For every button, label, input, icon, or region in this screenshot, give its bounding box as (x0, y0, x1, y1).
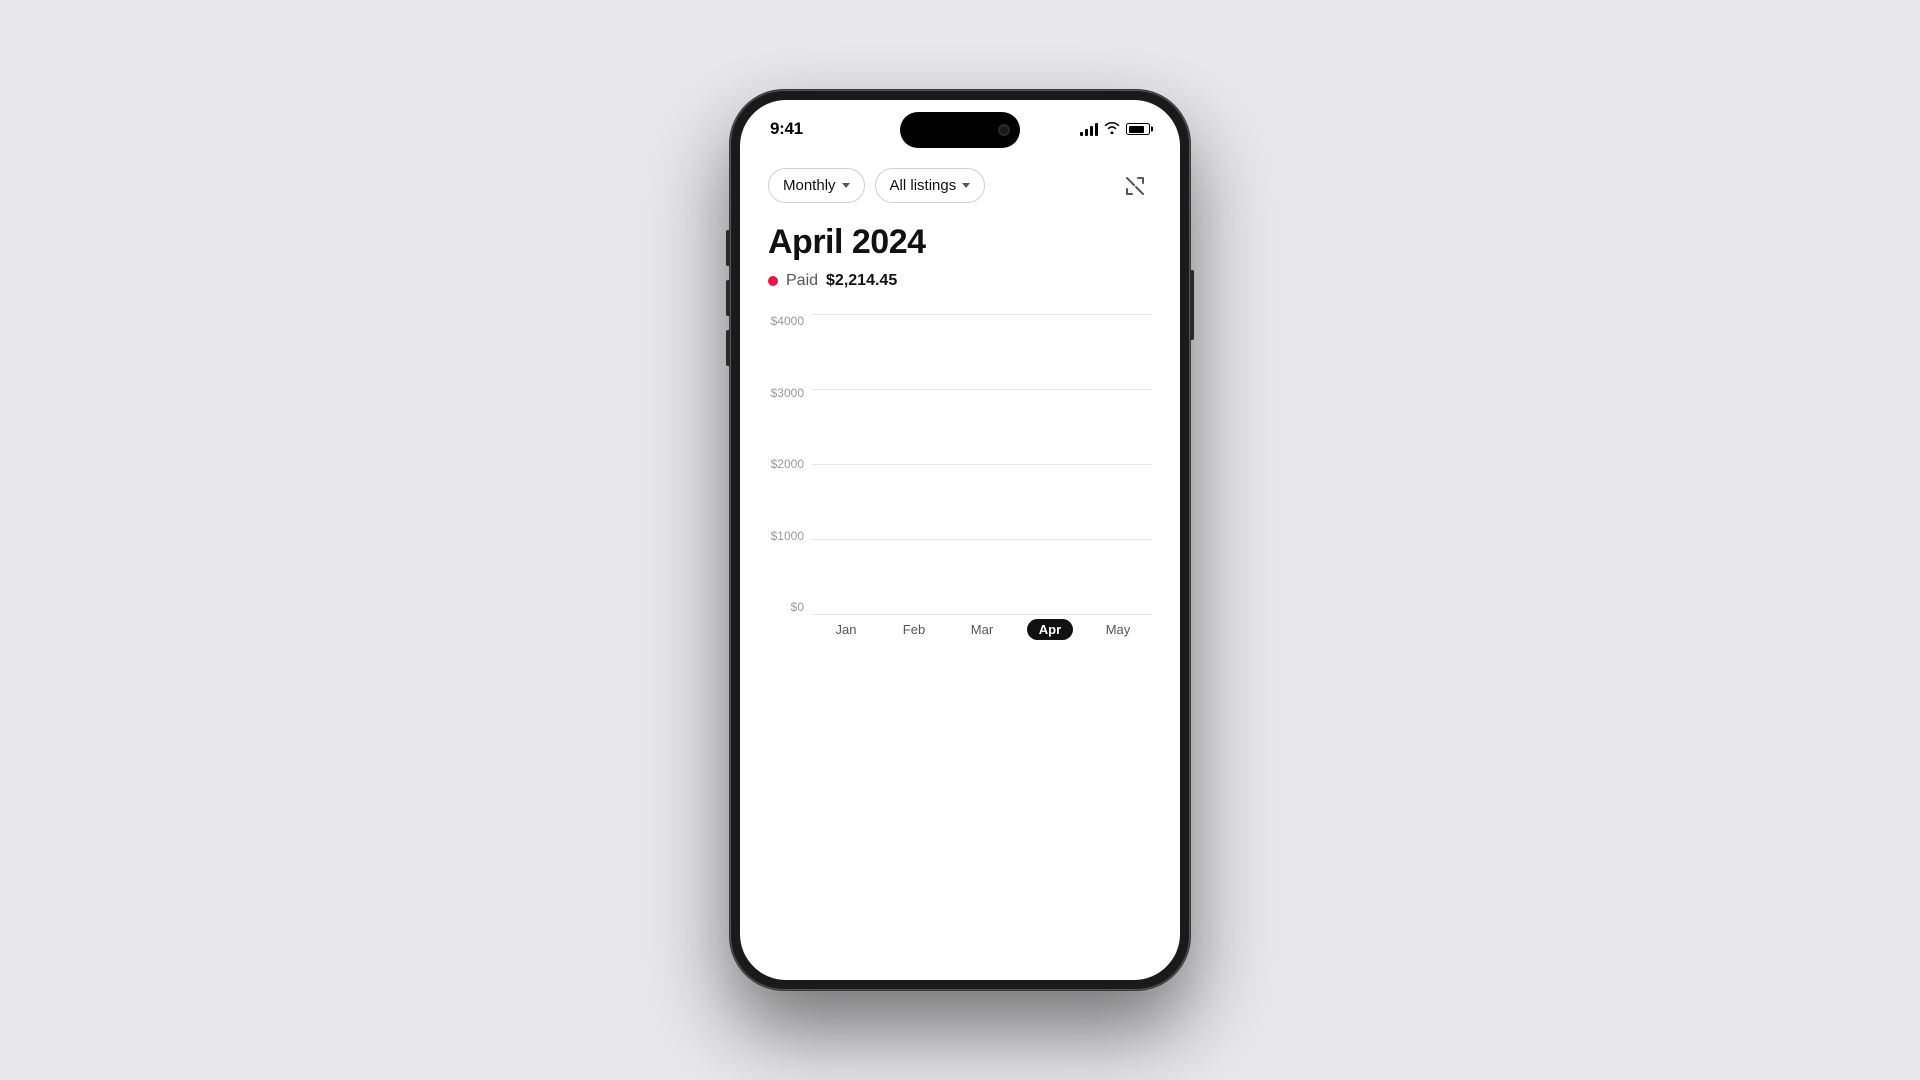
phone-frame: 9:41 (730, 90, 1190, 990)
x-label-mar-wrapper: Mar (948, 622, 1016, 637)
period-chevron-icon (842, 183, 850, 188)
battery-icon (1126, 123, 1150, 135)
x-label-may-wrapper: May (1084, 622, 1152, 637)
dynamic-island (900, 112, 1020, 148)
y-label-4000: $4000 (768, 314, 812, 328)
status-time: 9:41 (770, 119, 803, 139)
paid-amount: $2,214.45 (826, 272, 897, 290)
listing-filter[interactable]: All listings (875, 168, 986, 203)
period-filter[interactable]: Monthly (768, 168, 865, 203)
filter-row: Monthly All listings (768, 152, 1152, 223)
collapse-button[interactable] (1118, 169, 1152, 203)
x-label-feb: Feb (903, 622, 925, 637)
signal-icon (1080, 123, 1098, 136)
phone-screen: 9:41 (740, 100, 1180, 980)
month-title: April 2024 (768, 223, 1152, 262)
x-label-jan-wrapper: Jan (812, 622, 880, 637)
paid-row: Paid $2,214.45 (768, 272, 1152, 290)
y-label-0: $0 (768, 600, 812, 614)
x-label-may: May (1106, 622, 1131, 637)
listing-label: All listings (890, 177, 957, 194)
wifi-icon (1104, 121, 1120, 137)
y-label-1000: $1000 (768, 529, 812, 543)
x-label-mar: Mar (971, 622, 993, 637)
bars-area (812, 314, 1152, 614)
camera-dot (998, 124, 1010, 136)
chart-y-axis: $4000 $3000 $2000 $1000 $0 (768, 314, 812, 614)
x-label-jan: Jan (836, 622, 857, 637)
listing-chevron-icon (962, 183, 970, 188)
collapse-icon (1124, 175, 1146, 197)
y-label-2000: $2000 (768, 457, 812, 471)
x-label-apr[interactable]: Apr (1027, 619, 1073, 640)
status-icons (1080, 121, 1150, 137)
chart-container: $4000 $3000 $2000 $1000 $0 (768, 314, 1152, 644)
period-label: Monthly (783, 177, 836, 194)
x-label-apr-wrapper[interactable]: Apr (1016, 619, 1084, 640)
x-axis-labels: Jan Feb Mar Apr May (812, 614, 1152, 644)
chart-plot-area (812, 314, 1152, 614)
main-content: Monthly All listings April 2024 Pai (740, 152, 1180, 644)
paid-dot (768, 276, 778, 286)
y-label-3000: $3000 (768, 386, 812, 400)
x-label-feb-wrapper: Feb (880, 622, 948, 637)
paid-label: Paid (786, 272, 818, 290)
